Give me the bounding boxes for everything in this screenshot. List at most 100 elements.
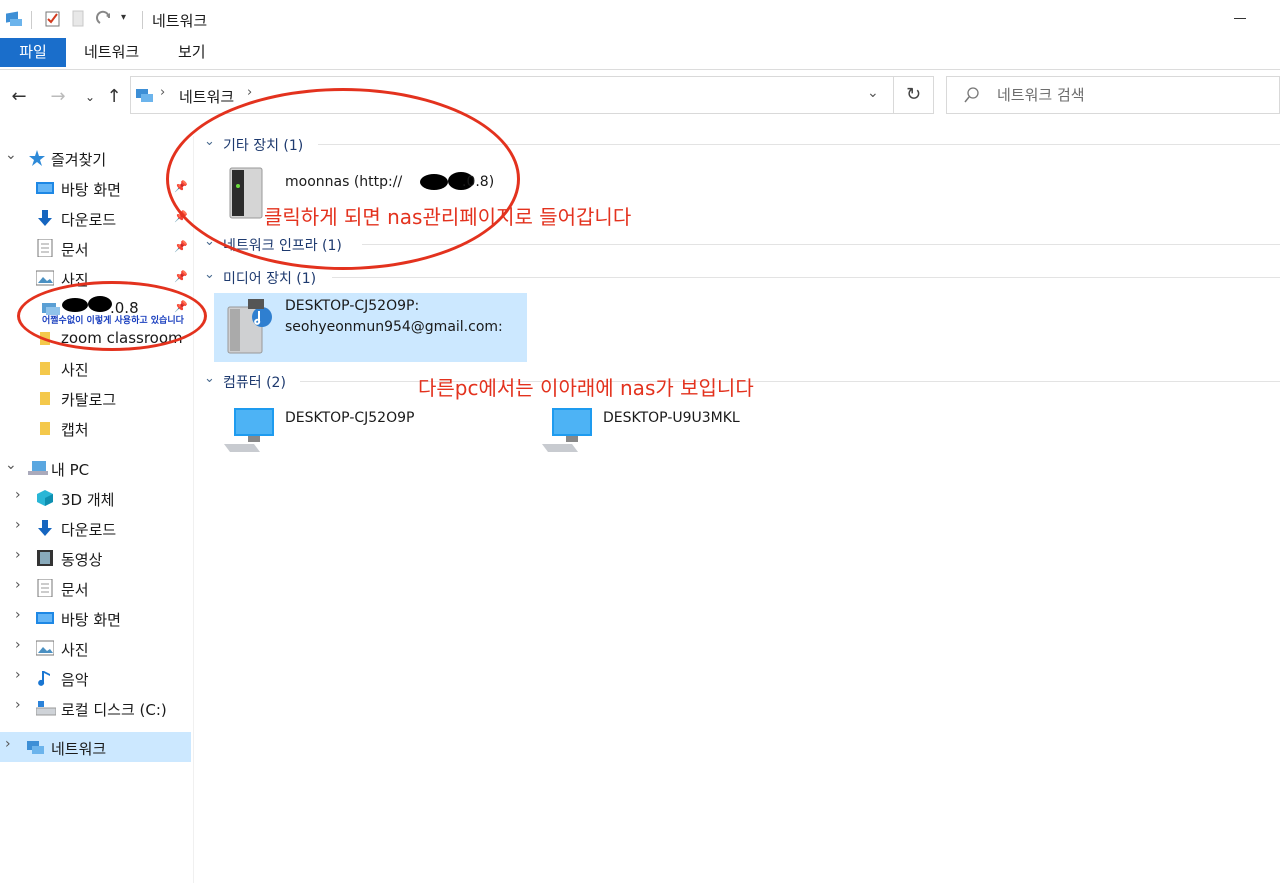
forward-button[interactable]: → [47, 86, 69, 108]
pictures-icon [35, 639, 55, 657]
ribbon-tabs: 파일 네트워크 보기 [0, 38, 1280, 70]
sidebar-item-network[interactable]: › 네트워크 [0, 732, 191, 762]
redo-icon[interactable] [96, 10, 114, 32]
sidebar-item-label: 사진 [61, 641, 89, 659]
group-title: 미디어 장치 (1) [223, 271, 317, 287]
chevron-right-icon[interactable]: › [15, 607, 21, 623]
annotation-other-pc: 다른pc에서는 이아래에 nas가 보입니다 [418, 376, 754, 400]
pin-icon[interactable]: 📌 [174, 240, 188, 253]
this-pc[interactable]: ⌄ 내 PC [0, 454, 192, 482]
sidebar-item-downloads-pc[interactable]: › 다운로드 [0, 514, 192, 542]
back-button[interactable]: ← [8, 86, 30, 108]
sidebar-item-photos-folder[interactable]: 사진 [0, 354, 192, 382]
device-account: seohyeonmun954@gmail.com: [285, 319, 503, 335]
tab-view[interactable]: 보기 [162, 38, 222, 67]
sidebar-item-desktop[interactable]: 바탕 화면 📌 [0, 174, 192, 202]
chevron-right-icon[interactable]: › [15, 637, 21, 653]
sidebar-item-videos[interactable]: › 동영상 [0, 544, 192, 572]
desktop-icon [36, 179, 54, 197]
document-icon [36, 238, 54, 258]
breadcrumb-separator-icon[interactable]: › [247, 85, 252, 100]
sidebar-item-label: 3D 개체 [61, 491, 115, 509]
video-icon [36, 549, 54, 567]
sidebar-item-label: 문서 [61, 241, 89, 259]
computer-icon [28, 459, 48, 477]
device-tile-media[interactable]: DESKTOP-CJ52O9P: seohyeonmun954@gmail.co… [214, 293, 527, 362]
pin-icon[interactable]: 📌 [174, 270, 188, 283]
search-box[interactable] [946, 76, 1280, 114]
sidebar-item-label: 동영상 [61, 551, 103, 569]
computer-tile-desktop-cj52o9p[interactable]: DESKTOP-CJ52O9P [216, 400, 516, 460]
device-name: DESKTOP-CJ52O9P: [285, 298, 420, 314]
quick-access-label: 즐겨찾기 [51, 151, 107, 169]
star-icon [28, 149, 46, 167]
sidebar-item-desktop-pc[interactable]: › 바탕 화면 [0, 604, 192, 632]
sidebar-item-label: 캡처 [61, 421, 89, 439]
sidebar-item-label: 네트워크 [51, 740, 107, 758]
sidebar-item-documents[interactable]: 문서 📌 [0, 234, 192, 262]
sidebar-item-3d-objects[interactable]: › 3D 개체 [0, 484, 192, 512]
sidebar-item-label: 음악 [61, 671, 89, 689]
document-icon [36, 578, 54, 598]
chevron-down-icon[interactable]: ⌄ [5, 147, 17, 163]
divider [142, 11, 143, 29]
3d-objects-icon [36, 489, 54, 507]
recent-locations-button[interactable]: ⌄ [79, 86, 101, 108]
sidebar-item-pictures-pc[interactable]: › 사진 [0, 634, 192, 662]
tab-file[interactable]: 파일 [0, 38, 66, 67]
sidebar-item-label: 다운로드 [61, 211, 117, 229]
search-input[interactable] [997, 86, 1257, 104]
sidebar-item-downloads[interactable]: 다운로드 📌 [0, 204, 192, 232]
desktop-icon [36, 609, 54, 627]
breadcrumb-separator-icon[interactable]: › [160, 85, 165, 100]
folder-icon [36, 359, 54, 377]
chevron-right-icon[interactable]: › [15, 577, 21, 593]
window-title: 네트워크 [152, 12, 208, 30]
sidebar-item-catalog[interactable]: 카탈로그 [0, 384, 192, 412]
chevron-down-icon[interactable]: ⌄ [204, 371, 215, 386]
computer-tile-desktop-u9u3mkl[interactable]: DESKTOP-U9U3MKL [534, 400, 834, 460]
network-icon [26, 738, 44, 756]
chevron-right-icon[interactable]: › [15, 547, 21, 563]
chevron-down-icon[interactable]: ⌄ [204, 267, 215, 282]
sidebar-item-label: 바탕 화면 [61, 611, 121, 629]
customize-quick-access-icon[interactable]: ▾ [121, 12, 126, 23]
local-disk-icon [35, 699, 57, 717]
chevron-right-icon[interactable]: › [5, 736, 11, 752]
group-title: 컴퓨터 (2) [223, 375, 286, 391]
new-folder-icon[interactable] [70, 10, 86, 32]
annotation-ellipse [17, 281, 207, 351]
chevron-down-icon[interactable]: ⌄ [867, 85, 879, 101]
refresh-button[interactable]: ↻ [894, 76, 934, 114]
quick-access[interactable]: ⌄ 즐겨찾기 [0, 144, 192, 172]
chevron-right-icon[interactable]: › [15, 697, 21, 713]
sidebar-item-label: 사진 [61, 361, 89, 379]
chevron-right-icon[interactable]: › [15, 517, 21, 533]
divider [31, 11, 32, 29]
divider [332, 277, 1280, 278]
sidebar-item-music[interactable]: › 음악 [0, 664, 192, 692]
annotation-nas-click: 클릭하게 되면 nas관리페이지로 들어갑니다 [264, 205, 632, 229]
folder-icon [36, 419, 54, 437]
computer-icon [222, 404, 278, 462]
annotation-ellipse [166, 88, 520, 270]
chevron-down-icon[interactable]: ⌄ [5, 457, 17, 473]
minimize-icon[interactable] [1234, 18, 1246, 19]
tab-network[interactable]: 네트워크 [68, 38, 155, 67]
sidebar-item-label: 카탈로그 [61, 391, 117, 409]
music-icon [36, 669, 54, 687]
chevron-right-icon[interactable]: › [15, 487, 21, 503]
network-app-icon [4, 10, 24, 32]
properties-icon[interactable] [44, 10, 62, 32]
sidebar-item-local-disk[interactable]: › 로컬 디스크 (C:) [0, 694, 192, 722]
search-icon [963, 86, 981, 108]
title-bar: ▾ 네트워크 [0, 0, 1280, 38]
up-button[interactable]: ↑ [103, 86, 125, 108]
sidebar-item-capture[interactable]: 캡처 [0, 414, 192, 442]
sidebar-item-documents-pc[interactable]: › 문서 [0, 574, 192, 602]
computer-name: DESKTOP-U9U3MKL [603, 410, 740, 426]
chevron-right-icon[interactable]: › [15, 667, 21, 683]
breadcrumb-network[interactable]: 네트워크 [179, 86, 234, 107]
folder-icon [36, 389, 54, 407]
media-server-icon [224, 297, 276, 359]
